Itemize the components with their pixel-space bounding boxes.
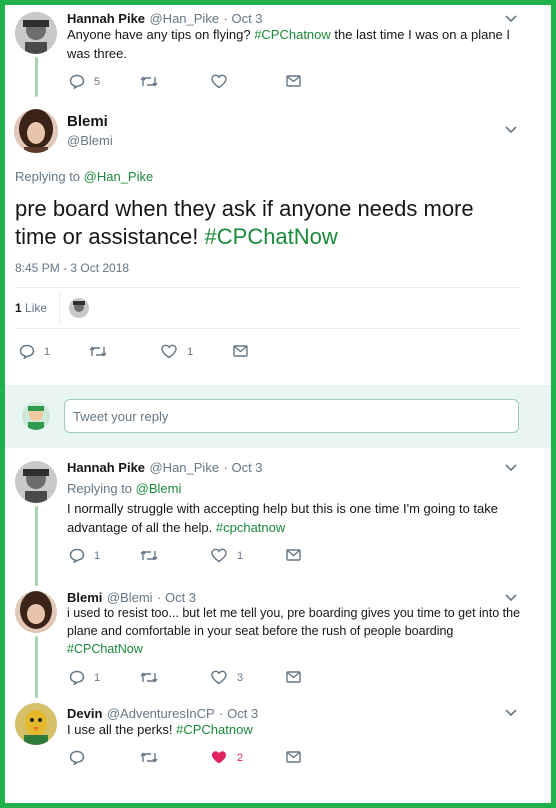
chevron-down-icon[interactable] xyxy=(505,709,517,717)
avatar[interactable] xyxy=(15,703,57,745)
tweet-date[interactable]: · Oct 3 xyxy=(157,590,196,605)
tweet-date[interactable]: · Oct 3 xyxy=(224,11,263,26)
avatar[interactable] xyxy=(15,591,57,633)
author-name[interactable]: Hannah Pike xyxy=(67,11,145,26)
like-icon xyxy=(211,670,227,685)
like-count: 1 xyxy=(187,345,194,358)
author-handle[interactable]: @Han_Pike xyxy=(149,11,219,26)
like-button[interactable]: 2 xyxy=(211,750,243,765)
hashtag-link[interactable]: #CPChatnow xyxy=(254,27,331,42)
hashtag-link[interactable]: #CPChatnow xyxy=(176,722,253,737)
reply-input[interactable]: Tweet your reply xyxy=(64,399,519,433)
reply-icon xyxy=(69,548,85,563)
reply-count: 1 xyxy=(94,671,101,684)
reply-button[interactable]: 1 xyxy=(69,670,100,685)
like-count: 1 xyxy=(237,549,244,562)
author-handle[interactable]: @Blemi xyxy=(107,590,153,605)
retweet-icon[interactable] xyxy=(89,345,107,358)
divider xyxy=(59,293,60,325)
chevron-down-icon[interactable] xyxy=(505,594,517,602)
reply-button[interactable]: 1 xyxy=(69,548,100,563)
message-icon[interactable] xyxy=(286,549,301,561)
thread-line xyxy=(35,57,38,97)
tweet-text: I use all the perks! #CPChatnow xyxy=(67,722,253,737)
mention-link[interactable]: @Blemi xyxy=(136,481,182,496)
reply-count: 5 xyxy=(94,75,101,88)
mention-link[interactable]: @Han_Pike xyxy=(84,169,154,184)
author-name[interactable]: Devin xyxy=(67,706,102,721)
tweet-date[interactable]: · Oct 3 xyxy=(219,706,258,721)
thread-line xyxy=(35,636,38,698)
replying-to: Replying to @Han_Pike xyxy=(15,169,154,184)
tweet-timestamp[interactable]: 8:45 PM - 3 Oct 2018 xyxy=(15,261,129,275)
avatar[interactable] xyxy=(14,109,58,153)
reply-icon xyxy=(19,344,35,359)
avatar[interactable] xyxy=(15,461,57,503)
author-handle[interactable]: @AdventuresInCP xyxy=(107,706,215,721)
tweet-thread-panel: Hannah Pike @Han_Pike · Oct 3 Anyone hav… xyxy=(5,5,551,803)
like-button[interactable]: 1 xyxy=(161,344,193,359)
hashtag-link[interactable]: #cpchatnow xyxy=(216,520,285,535)
current-user-avatar[interactable] xyxy=(22,402,50,430)
liked-heart-icon xyxy=(212,751,226,764)
like-icon xyxy=(211,548,227,563)
replying-to: Replying to @Blemi xyxy=(67,481,182,496)
author-name[interactable]: Blemi xyxy=(67,113,108,130)
reply-icon xyxy=(69,670,85,685)
retweet-icon[interactable] xyxy=(140,671,158,684)
chevron-down-icon[interactable] xyxy=(505,15,517,23)
tweet-text-large: pre board when they ask if anyone needs … xyxy=(15,196,474,249)
liker-avatar[interactable] xyxy=(69,298,89,318)
like-count: 2 xyxy=(237,751,244,764)
tweet-text: Anyone have any tips on flying? #CPChatn… xyxy=(67,27,511,61)
retweet-icon[interactable] xyxy=(140,751,158,764)
reply-icon[interactable] xyxy=(69,750,85,765)
message-icon[interactable] xyxy=(233,345,248,357)
reply-button[interactable]: 5 xyxy=(69,74,100,89)
tweet-date[interactable]: · Oct 3 xyxy=(224,460,263,475)
tweet-header: Hannah Pike @Han_Pike · Oct 3 xyxy=(67,459,263,477)
divider xyxy=(15,287,520,288)
author-handle[interactable]: @Blemi xyxy=(67,133,113,148)
message-icon[interactable] xyxy=(286,75,301,87)
author-name[interactable]: Blemi xyxy=(67,590,102,605)
reply-count: 1 xyxy=(44,345,51,358)
chevron-down-icon[interactable] xyxy=(505,464,517,472)
like-button[interactable]: 3 xyxy=(211,670,243,685)
like-icon xyxy=(161,344,177,359)
hashtag-link[interactable]: #CPChatNow xyxy=(67,642,143,656)
reply-count: 1 xyxy=(94,549,101,562)
chevron-down-icon[interactable] xyxy=(505,126,517,134)
retweet-icon[interactable] xyxy=(140,75,158,88)
reply-button[interactable]: 1 xyxy=(19,344,50,359)
retweet-icon[interactable] xyxy=(140,549,158,562)
like-count: 3 xyxy=(237,671,244,684)
hashtag-link[interactable]: #CPChatNow xyxy=(205,224,338,249)
author-handle[interactable]: @Han_Pike xyxy=(149,460,219,475)
reply-icon xyxy=(69,74,85,89)
message-icon[interactable] xyxy=(286,671,301,683)
tweet-text: i used to resist too... but let me tell … xyxy=(67,606,521,656)
likes-stat[interactable]: 1 Like xyxy=(15,301,47,315)
like-button[interactable]: 1 xyxy=(211,548,243,563)
author-name[interactable]: Hannah Pike xyxy=(67,460,145,475)
divider xyxy=(15,328,520,329)
avatar[interactable] xyxy=(15,12,57,54)
tweet-text: I normally struggle with accepting help … xyxy=(67,501,498,535)
thread-line xyxy=(35,506,38,586)
message-icon[interactable] xyxy=(286,751,301,763)
like-icon[interactable] xyxy=(211,74,227,89)
